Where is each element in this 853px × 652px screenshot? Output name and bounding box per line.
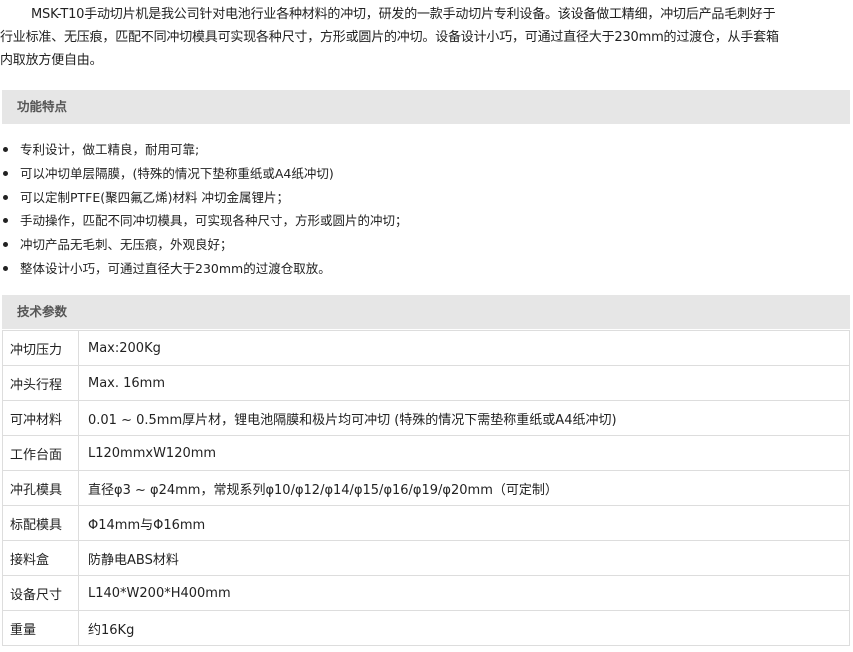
feature-text: 冲切产品无毛刺、无压痕，外观良好； [20, 237, 233, 253]
table-row: 冲头行程 Max. 16mm [2, 365, 850, 401]
spec-value: L120mmxW120mm [78, 435, 850, 471]
bullet-icon [3, 147, 8, 152]
intro-line: 内取放方便自由。 [0, 53, 103, 68]
table-row: 重量 约16Kg [2, 610, 850, 646]
feature-text: 专利设计，做工精良，耐用可靠; [20, 142, 200, 157]
list-item: 冲切产品无毛刺、无压痕，外观良好； [0, 233, 408, 257]
spec-label: 可冲材料 [2, 400, 79, 436]
table-row: 设备尺寸 L140*W200*H400mm [2, 575, 850, 611]
specs-table: 冲切压力 Max:200Kg 冲头行程 Max. 16mm 可冲材料 0.01 … [2, 330, 850, 646]
spec-label: 冲切压力 [2, 330, 79, 366]
spec-label: 标配模具 [2, 505, 79, 541]
list-item: 可以冲切单层隔膜，(特殊的情况下垫称重纸或A4纸冲切) [0, 162, 408, 186]
feature-list: 专利设计，做工精良，耐用可靠; 可以冲切单层隔膜，(特殊的情况下垫称重纸或A4纸… [0, 138, 408, 281]
spec-label: 设备尺寸 [2, 575, 79, 611]
spec-label: 冲孔模具 [2, 470, 79, 506]
spec-label: 工作台面 [2, 435, 79, 471]
features-section-header: 功能特点 [2, 90, 850, 124]
bullet-icon [3, 218, 8, 224]
spec-value: 约16Kg [78, 610, 850, 646]
feature-text: 手动操作，匹配不同冲切模具，可实现各种尺寸，方形或圆片的冲切； [20, 213, 408, 229]
spec-value: Max:200Kg [78, 330, 850, 366]
feature-text: 可以定制PTFE(聚四氟乙烯)材料 冲切金属锂片； [20, 189, 289, 205]
spec-value: 防静电ABS材料 [78, 540, 850, 576]
table-row: 冲切压力 Max:200Kg [2, 330, 850, 366]
spec-value: 直径φ3 ~ φ24mm，常规系列φ10/φ12/φ14/φ15/φ16/φ19… [78, 470, 850, 506]
spec-value: 0.01 ~ 0.5mm厚片材，锂电池隔膜和极片均可冲切 (特殊的情况下需垫称重… [78, 400, 850, 436]
spec-label: 重量 [2, 610, 79, 646]
table-row: 标配模具 Φ14mm与Φ16mm [2, 505, 850, 541]
table-row: 可冲材料 0.01 ~ 0.5mm厚片材，锂电池隔膜和极片均可冲切 (特殊的情况… [2, 400, 850, 436]
table-row: 工作台面 L120mmxW120mm [2, 435, 850, 471]
bullet-icon [3, 242, 8, 248]
intro-line: 行业标准、无压痕，匹配不同冲切模具可实现各种尺寸，方形或圆片的冲切。设备设计小巧… [0, 30, 779, 45]
table-row: 接料盒 防静电ABS材料 [2, 540, 850, 576]
feature-text: 整体设计小巧，可通过直径大于230mm的过渡仓取放。 [20, 260, 331, 276]
intro-paragraph: MSK-T10手动切片机是我公司针对电池行业各种材料的冲切，研发的一款手动切片专… [0, 3, 853, 72]
spec-value: Max. 16mm [78, 365, 850, 401]
spec-label: 接料盒 [2, 540, 79, 576]
spec-value: L140*W200*H400mm [78, 575, 850, 611]
bullet-icon [3, 265, 8, 271]
features-title: 功能特点 [17, 99, 68, 114]
list-item: 可以定制PTFE(聚四氟乙烯)材料 冲切金属锂片； [0, 186, 408, 210]
specs-section-header: 技术参数 [2, 295, 850, 329]
spec-label: 冲头行程 [2, 365, 79, 401]
list-item: 专利设计，做工精良，耐用可靠; [0, 138, 408, 162]
list-item: 手动操作，匹配不同冲切模具，可实现各种尺寸，方形或圆片的冲切； [0, 209, 408, 233]
bullet-icon [3, 170, 8, 176]
intro-line: MSK-T10手动切片机是我公司针对电池行业各种材料的冲切，研发的一款手动切片专… [31, 7, 776, 22]
list-item: 整体设计小巧，可通过直径大于230mm的过渡仓取放。 [0, 257, 408, 281]
table-row: 冲孔模具 直径φ3 ~ φ24mm，常规系列φ10/φ12/φ14/φ15/φ1… [2, 470, 850, 506]
spec-value: Φ14mm与Φ16mm [78, 505, 850, 541]
feature-text: 可以冲切单层隔膜，(特殊的情况下垫称重纸或A4纸冲切) [20, 165, 334, 181]
bullet-icon [3, 194, 8, 200]
specs-title: 技术参数 [17, 304, 68, 319]
